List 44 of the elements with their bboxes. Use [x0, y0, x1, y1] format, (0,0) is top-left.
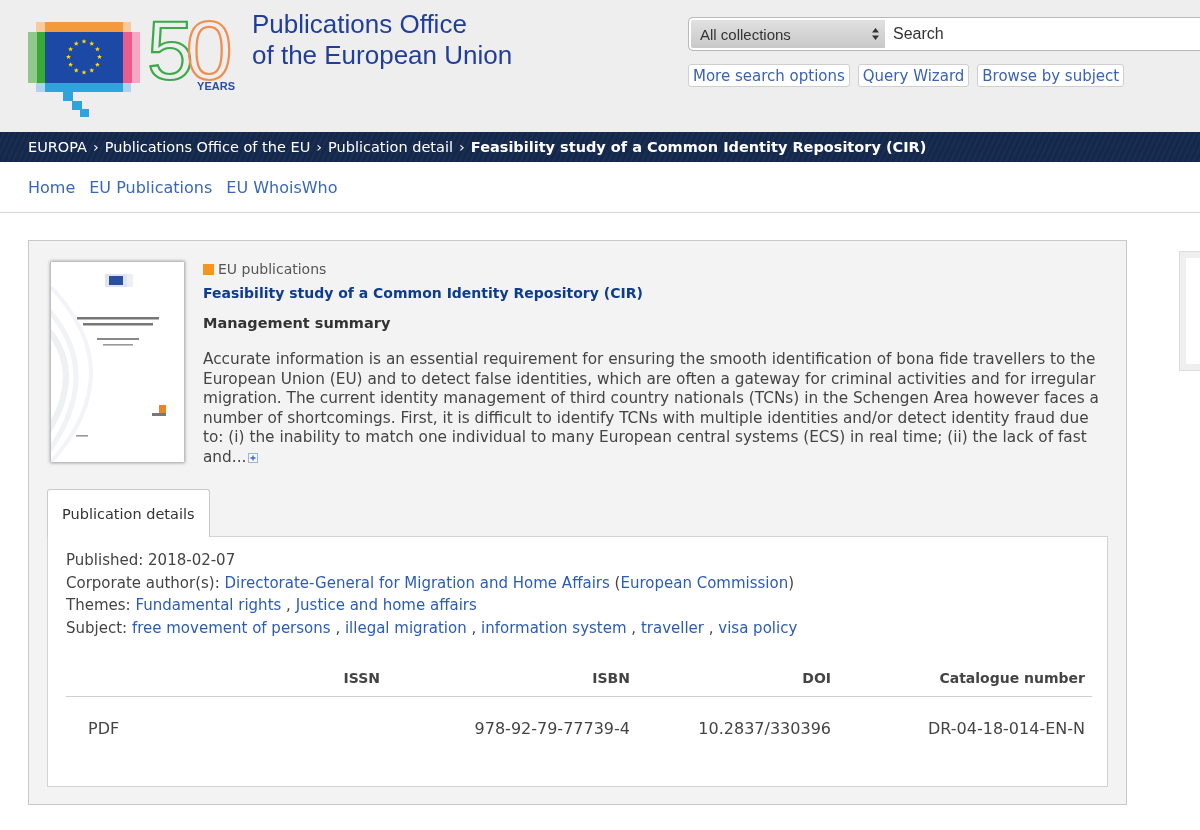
- detail-link[interactable]: traveller: [640, 618, 704, 637]
- table-cell: PDF: [66, 696, 196, 759]
- publication-title-link[interactable]: Feasibility study of a Common Identity Repository (CIR): [203, 283, 643, 303]
- breadcrumb-separator: ›: [459, 139, 465, 155]
- column-header: ISSN: [196, 660, 387, 697]
- detail-link[interactable]: Justice and home affairs: [295, 596, 477, 614]
- table-cell: 978-92-79-77739-4: [387, 696, 637, 759]
- nav-link[interactable]: Home: [28, 177, 76, 197]
- nav-link[interactable]: EU WhoisWho: [226, 177, 338, 197]
- breadcrumb-link[interactable]: EUROPA: [28, 139, 87, 155]
- collection-marker-icon: [203, 263, 214, 275]
- detail-link[interactable]: illegal migration: [344, 618, 467, 637]
- years-label: YEARS: [197, 81, 235, 92]
- detail-link[interactable]: visa policy: [718, 618, 798, 637]
- detail-line: Corporate author(s): Directorate-General for Migration and Home Affairs (European Commission): [66, 572, 795, 594]
- breadcrumb-link[interactable]: Publications Office of the EU: [104, 139, 311, 155]
- detail-line: Subject: free movement of persons , illegal migration , information system , traveller , visa policy: [66, 617, 798, 639]
- column-header: DOI: [637, 660, 838, 697]
- breadcrumb-link[interactable]: Publication detail: [328, 139, 453, 155]
- column-header: ISBN: [387, 660, 637, 697]
- breadcrumb-current-page: Feasibility study of a Common Identity Repository (CIR): [470, 139, 927, 155]
- expand-icon[interactable]: [248, 452, 259, 463]
- search-option-button[interactable]: More search options: [688, 64, 850, 87]
- search-option-button[interactable]: Browse by subject: [977, 64, 1125, 87]
- detail-link[interactable]: Fundamental rights: [135, 596, 282, 614]
- search-option-button[interactable]: Query Wizard: [857, 64, 970, 87]
- nav-link[interactable]: EU Publications: [89, 177, 213, 197]
- breadcrumb-separator: ›: [93, 139, 99, 155]
- table-cell: DR-04-18-014-EN-N: [838, 696, 1092, 759]
- tab[interactable]: Publication details: [47, 489, 210, 537]
- detail-link[interactable]: free movement of persons: [131, 618, 331, 637]
- table-cell: 10.2837/330396: [637, 696, 838, 759]
- publication-subtitle: Management summary: [203, 314, 391, 333]
- site-title: Publications Office of the European Union: [252, 9, 513, 71]
- anniversary-number: 50: [147, 20, 233, 80]
- author-link[interactable]: European Commission: [620, 573, 789, 592]
- column-header: Catalogue number: [838, 660, 1092, 697]
- collection-label: EU publications: [218, 261, 327, 277]
- abstract-text: Accurate information is an essential requirement for ensuring the smooth identification of bona fide travellers to the European Union (EU) and to detect false identities, which are often a gateway for criminal activities and for irregular migration. The current identity management of third country nationals (TCNs) in the Schengen Area however faces a number of shortcomings. First, it is difficult to identify TCNs with multiple identities and/or detect identity fraud due to: (i) the inability to match one individual to many European central systems (ECS) in real time; (ii) the lack of fast and...: [203, 350, 1100, 467]
- detail-line: Themes: Fundamental rights , Justice and home affairs: [66, 595, 477, 616]
- author-link[interactable]: Directorate-General for Migration and Home Affairs: [224, 573, 610, 592]
- detail-line: Published: 2018-02-07: [66, 550, 236, 571]
- detail-link[interactable]: information system: [481, 618, 627, 637]
- breadcrumb-separator: ›: [316, 139, 323, 155]
